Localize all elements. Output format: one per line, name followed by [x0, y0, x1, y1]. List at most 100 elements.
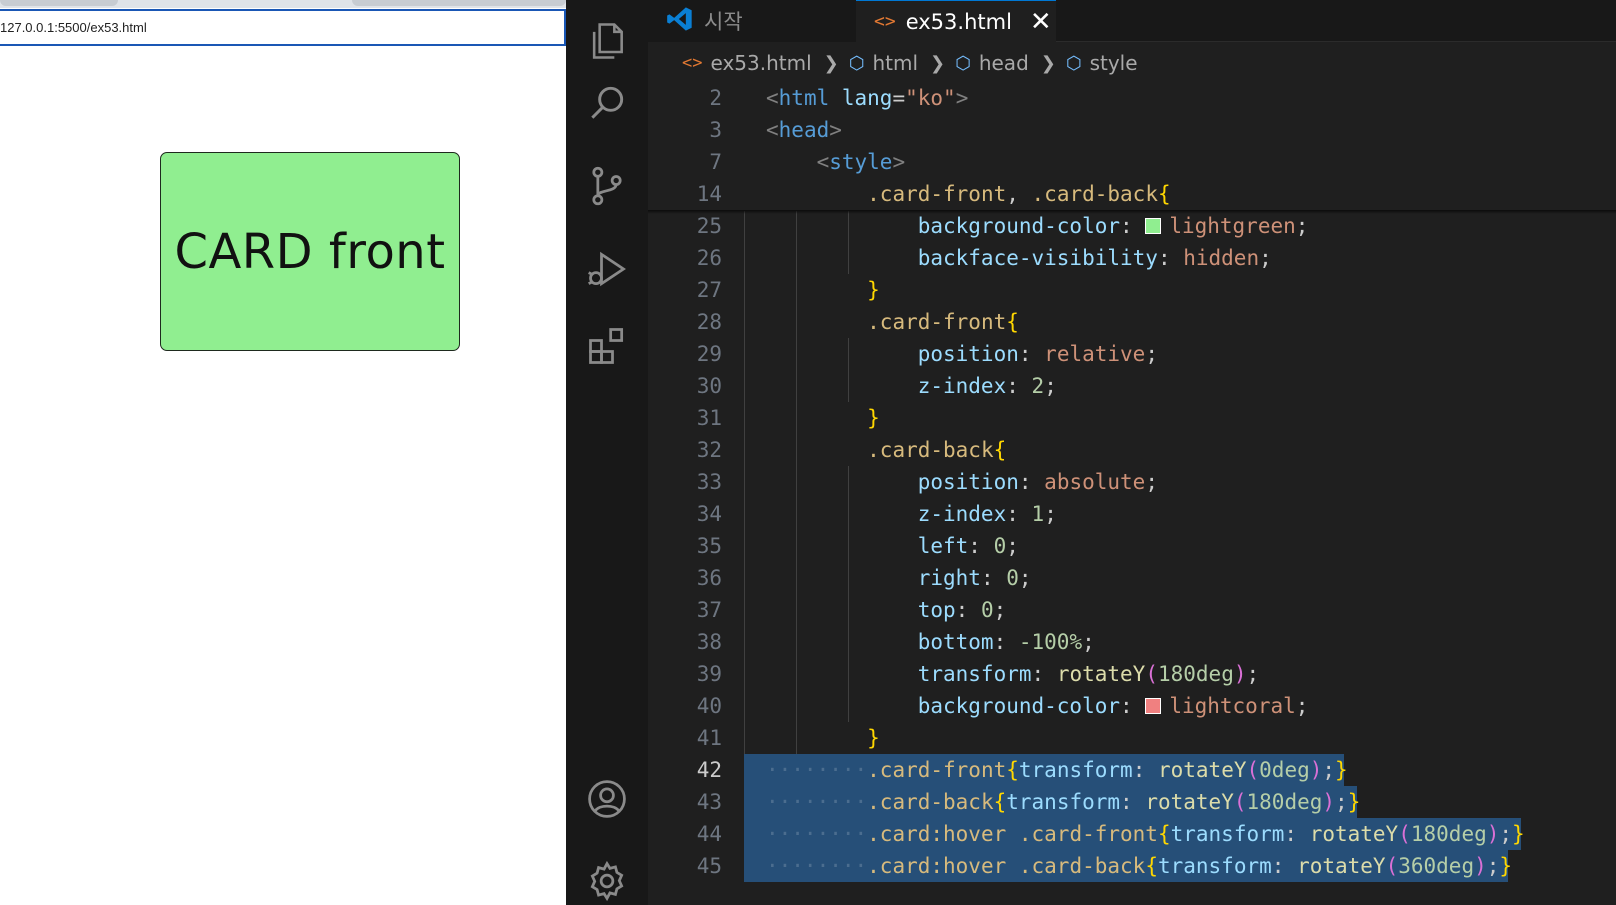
code-line[interactable]: 29 position: relative;: [648, 338, 1616, 371]
code-line[interactable]: 40 background-color: lightcoral;: [648, 690, 1616, 723]
code-text: }: [867, 726, 880, 750]
line-number: 39: [696, 662, 722, 686]
code-line[interactable]: 30 z-index: 2;: [648, 370, 1616, 403]
code-text: z-index: 1;: [917, 502, 1057, 526]
tab-label: ex53.html: [905, 9, 1012, 34]
symbol-element-icon: ⬡: [848, 52, 865, 74]
code-text: .card-front{: [867, 310, 1019, 334]
code-line[interactable]: 31 }: [648, 402, 1616, 435]
sticky-scroll-line[interactable]: 7 <style>: [648, 146, 1616, 179]
line-number: 29: [696, 342, 722, 366]
code-line[interactable]: 27 }: [648, 274, 1616, 307]
editor-tab-bar: 시작 <> ex53.html ✕: [648, 0, 1616, 42]
sticky-scroll-line[interactable]: 2 <html lang="ko">: [648, 82, 1616, 115]
extensions-icon[interactable]: [566, 305, 648, 387]
activity-bar: [566, 0, 648, 905]
line-number: 44: [696, 822, 722, 846]
line-number: 32: [696, 438, 722, 462]
breadcrumb: <> ex53.html ❯ ⬡ html ❯ ⬡ head ❯ ⬡ style: [682, 48, 1138, 78]
sticky-scroll-shadow: [648, 210, 1616, 214]
line-number: 43: [696, 790, 722, 814]
code-text: <head>: [766, 118, 842, 142]
browser-tab[interactable]: [0, 0, 118, 6]
code-line[interactable]: 45 ········.card:hover .card-back{transfo…: [648, 850, 1616, 883]
address-bar[interactable]: 127.0.0.1:5500/ex53.html: [0, 9, 566, 46]
line-number: 40: [696, 694, 722, 718]
code-line[interactable]: 28 .card-front{: [648, 306, 1616, 339]
sticky-scroll-line[interactable]: 14 .card-front, .card-back{: [648, 178, 1616, 211]
code-line[interactable]: 35 left: 0;: [648, 530, 1616, 563]
tab-ex53-html[interactable]: <> ex53.html ✕: [856, 0, 1056, 42]
code-line[interactable]: 32 .card-back{: [648, 434, 1616, 467]
close-icon[interactable]: ✕: [1030, 9, 1052, 35]
line-number: 36: [696, 566, 722, 590]
code-line[interactable]: 44 ········.card:hover .card-front{transf…: [648, 818, 1616, 851]
code-text: ········.card:hover .card-front{transfor…: [766, 822, 1525, 846]
line-number: 3: [709, 118, 722, 142]
code-line[interactable]: 39 transform: rotateY(180deg);: [648, 658, 1616, 691]
color-swatch[interactable]: [1145, 698, 1162, 714]
line-number: 2: [709, 86, 722, 110]
html-file-icon: <>: [874, 11, 896, 32]
line-number: 28: [696, 310, 722, 334]
breadcrumb-item-file[interactable]: <> ex53.html: [682, 51, 812, 75]
breadcrumb-item-html[interactable]: ⬡ html: [849, 51, 918, 75]
code-text: ········.card:hover .card-back{transform…: [766, 854, 1513, 878]
code-line[interactable]: 41 }: [648, 722, 1616, 755]
line-number: 31: [696, 406, 722, 430]
line-number: 42: [696, 758, 722, 782]
account-icon[interactable]: [566, 758, 648, 840]
code-line[interactable]: 33 position: absolute;: [648, 466, 1616, 499]
line-number: 30: [696, 374, 722, 398]
chevron-right-icon: ❯: [823, 52, 839, 74]
run-debug-icon[interactable]: [566, 228, 648, 310]
code-text: left: 0;: [917, 534, 1019, 558]
code-text: z-index: 2;: [917, 374, 1057, 398]
code-text: position: relative;: [917, 342, 1158, 366]
source-control-icon[interactable]: [566, 145, 648, 227]
code-text: .card-front, .card-back{: [867, 182, 1171, 206]
browser-tab-strip: [0, 0, 566, 8]
breadcrumb-item-head[interactable]: ⬡ head: [955, 51, 1029, 75]
code-text: <style>: [816, 150, 906, 174]
search-icon[interactable]: [566, 62, 648, 144]
tab-label: 시작: [704, 10, 743, 34]
browser-tab[interactable]: [352, 0, 566, 6]
chevron-right-icon: ❯: [930, 52, 946, 74]
code-line[interactable]: 37 top: 0;: [648, 594, 1616, 627]
code-line[interactable]: 25 background-color: lightgreen;: [648, 210, 1616, 243]
line-number: 37: [696, 598, 722, 622]
card-front[interactable]: CARD front: [160, 152, 460, 351]
code-text: .card-back{: [867, 438, 1007, 462]
code-text: ········.card-front{transform: rotateY(0…: [766, 758, 1348, 782]
code-text: ········.card-back{transform: rotateY(18…: [766, 790, 1361, 814]
code-text: background-color: lightgreen;: [917, 214, 1309, 238]
code-text: bottom: -100%;: [917, 630, 1095, 654]
settings-gear-icon[interactable]: [566, 840, 648, 905]
code-line[interactable]: 43 ········.card-back{transform: rotateY(…: [648, 786, 1616, 819]
code-text: backface-visibility: hidden;: [917, 246, 1272, 270]
chevron-right-icon: ❯: [1040, 52, 1056, 74]
breadcrumb-item-style[interactable]: ⬡ style: [1066, 51, 1138, 75]
line-number: 26: [696, 246, 722, 270]
code-text: top: 0;: [917, 598, 1007, 622]
symbol-element-icon: ⬡: [955, 52, 971, 74]
color-swatch[interactable]: [1145, 218, 1162, 234]
card-front-label: CARD front: [174, 223, 446, 280]
tab-welcome[interactable]: 시작: [648, 0, 856, 42]
line-number: 41: [696, 726, 722, 750]
sticky-scroll-line[interactable]: 3 <head>: [648, 114, 1616, 147]
code-line[interactable]: 34 z-index: 1;: [648, 498, 1616, 531]
html-file-icon: <>: [682, 53, 703, 73]
line-number: 38: [696, 630, 722, 654]
code-text: position: absolute;: [917, 470, 1158, 494]
code-line[interactable]: 42 ········.card-front{transform: rotateY…: [648, 754, 1616, 787]
symbol-element-icon: ⬡: [1065, 52, 1082, 74]
code-text: <html lang="ko">: [766, 86, 969, 110]
code-line[interactable]: 26 backface-visibility: hidden;: [648, 242, 1616, 275]
code-text: transform: rotateY(180deg);: [917, 662, 1260, 686]
code-line[interactable]: 38 bottom: -100%;: [648, 626, 1616, 659]
code-line[interactable]: 36 right: 0;: [648, 562, 1616, 595]
line-number: 25: [696, 214, 722, 238]
code-text: right: 0;: [917, 566, 1032, 590]
